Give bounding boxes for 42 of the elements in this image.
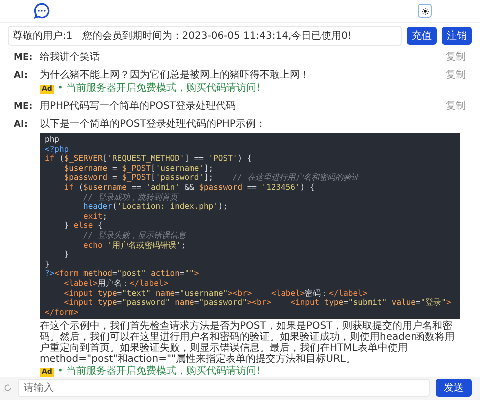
code-line: echo '用户名或密码错误';: [82, 240, 188, 250]
message-text: 用PHP代码写一个简单的POST登录处理代码: [40, 101, 237, 113]
code-line: <?php: [45, 144, 70, 154]
code-line: ?><form method="post" action="">: [45, 269, 200, 279]
code-line: <input type="text" name="username"><br> <label>密码：</label>: [63, 288, 369, 298]
code-line: <input type="password" name="password"><br> <input type="submit" value="登录">: [63, 298, 452, 308]
message-text: 给我讲个笑话: [40, 52, 101, 64]
code-line: <label>用户名：</label>: [63, 278, 170, 288]
recharge-button[interactable]: 充值: [407, 27, 437, 45]
code-line: header('Location: index.php');: [82, 202, 230, 212]
message-text: 为什么猪不能上网？因为它们总是被网上的猪吓得不敢上网！: [40, 70, 311, 82]
code-line: }: [63, 250, 70, 260]
code-line: // 登录失败，显示错误信息: [82, 230, 187, 241]
code-line: } else {: [63, 221, 104, 231]
role-label: AI:: [14, 70, 29, 83]
role-label: ME:: [14, 52, 34, 64]
send-button[interactable]: 发送: [436, 379, 472, 397]
code-line: $password = $_POST['password']; // 在这里进行用户名和密码的验证: [63, 173, 362, 183]
role-label: AI:: [14, 119, 29, 132]
ad-link[interactable]: • 当前服务器开启免费模式，购买代码请访问!: [57, 83, 261, 95]
message-text: 在这个示例中，我们首先检查请求方法是否为POST，如果是POST，则获取提交的用户名和密码。然后，我们可以在这里进行用户名和密码的验证。如果验证成功，则使用header函数将用户重定向到首页。如果验证失败，则显示错误信息。最后，我们在HTML表单中使用method="post"和action=""属性来指定表单的提交方法和目标URL。: [40, 321, 456, 366]
message-text: 以下是一个简单的POST登录处理代码的PHP示例：: [40, 119, 267, 131]
code-line: if ($_SERVER['REQUEST_METHOD'] == 'POST') {: [45, 154, 254, 164]
code-line: php: [45, 135, 60, 145]
membership-notice: 尊敬的用户:1 您的会员到期时间为：2023-06-05 11:43:14,今日已使用0!: [8, 26, 402, 46]
logout-button[interactable]: 注销: [442, 27, 472, 45]
code-line: // 登录成功，跳转到首页: [82, 192, 180, 202]
ad-link[interactable]: • 当前服务器开启免费模式，购买代码请访问!: [57, 366, 261, 377]
message-input[interactable]: 请输入: [18, 379, 430, 397]
refresh-icon[interactable]: [4, 384, 12, 392]
code-line: if ($username == 'admin' && $password == '123456') {: [63, 182, 316, 193]
code-line: exit;: [82, 212, 109, 222]
role-label: ME:: [14, 101, 34, 113]
code-line: $username = $_POST['username'];: [63, 164, 215, 174]
code-line: </form>: [45, 308, 80, 318]
copy-link[interactable]: 复制: [446, 70, 466, 95]
copy-link[interactable]: 复制: [446, 101, 466, 113]
copy-link[interactable]: 复制: [446, 52, 466, 64]
chat-logo-icon: [34, 3, 50, 19]
theme-button[interactable]: [418, 4, 432, 18]
code-line: }: [45, 260, 51, 270]
sun-icon: [422, 8, 428, 14]
